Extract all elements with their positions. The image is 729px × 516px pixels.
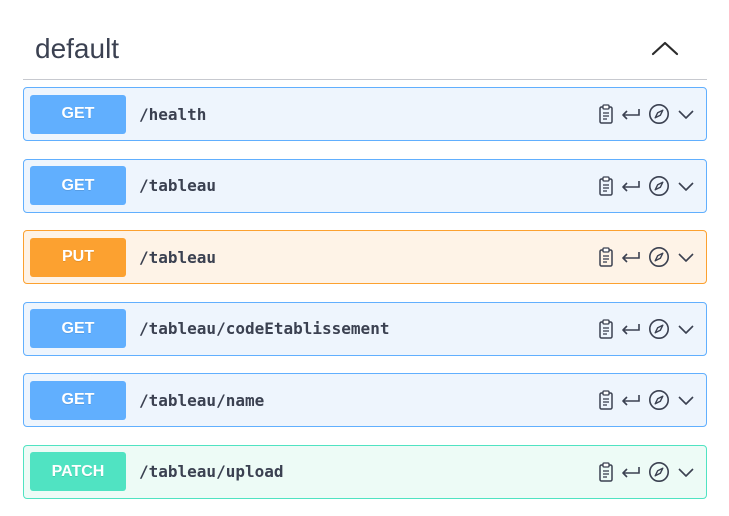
operation-path: /tableau <box>139 247 217 267</box>
method-badge: GET <box>30 94 126 134</box>
chevron-down-icon[interactable] <box>676 107 696 121</box>
clipboard-icon[interactable] <box>598 461 614 482</box>
chevron-up-icon[interactable] <box>647 30 683 66</box>
operation-get-tableau[interactable]: GET /tableau <box>23 158 707 213</box>
operation-get-tableau-name[interactable]: GET /tableau/name <box>23 373 707 427</box>
method-badge: GET <box>30 166 126 205</box>
api-section: default <box>23 20 707 80</box>
operation-path: /tableau/upload <box>139 462 284 481</box>
operation-path: /tableau/codeEtablissement <box>139 319 390 338</box>
operation-get-tableau-codeetablissement[interactable]: GET /tableau/codeEtablissement <box>23 301 707 356</box>
compass-icon[interactable] <box>648 246 670 268</box>
clipboard-icon[interactable] <box>598 390 614 410</box>
return-arrow-icon[interactable] <box>620 464 642 480</box>
clipboard-icon[interactable] <box>598 104 614 124</box>
method-badge: GET <box>30 309 126 348</box>
chevron-down-icon[interactable] <box>676 465 696 479</box>
clipboard-icon[interactable] <box>598 247 614 267</box>
section-title: default <box>35 32 120 64</box>
operations-list: GET /health GET /tableau PUT /tableau GE… <box>23 87 707 516</box>
return-arrow-icon[interactable] <box>620 392 642 408</box>
method-badge: PUT <box>30 237 126 277</box>
compass-icon[interactable] <box>648 389 670 411</box>
operation-patch-tableau-upload[interactable]: PATCH /tableau/upload <box>23 444 707 499</box>
compass-icon[interactable] <box>648 175 670 197</box>
return-arrow-icon[interactable] <box>620 106 642 122</box>
method-badge: PATCH <box>30 452 126 491</box>
compass-icon[interactable] <box>648 103 670 125</box>
return-arrow-icon[interactable] <box>620 249 642 265</box>
operation-path: /tableau <box>139 176 217 195</box>
operation-get-health[interactable]: GET /health <box>23 87 707 141</box>
chevron-down-icon[interactable] <box>676 322 696 336</box>
operation-path: /tableau/name <box>139 390 265 410</box>
clipboard-icon[interactable] <box>598 175 614 196</box>
operation-actions <box>598 318 696 340</box>
operation-path: /health <box>139 104 207 124</box>
chevron-down-icon[interactable] <box>676 250 696 264</box>
operation-actions <box>598 103 696 125</box>
compass-icon[interactable] <box>648 318 670 340</box>
method-badge: GET <box>30 380 126 420</box>
operation-actions <box>598 175 696 197</box>
return-arrow-icon[interactable] <box>620 178 642 194</box>
operation-actions <box>598 389 696 411</box>
chevron-down-icon[interactable] <box>676 393 696 407</box>
compass-icon[interactable] <box>648 461 670 483</box>
operation-actions <box>598 246 696 268</box>
operation-put-tableau[interactable]: PUT /tableau <box>23 230 707 284</box>
operation-actions <box>598 461 696 483</box>
clipboard-icon[interactable] <box>598 318 614 339</box>
section-header[interactable]: default <box>23 20 707 80</box>
return-arrow-icon[interactable] <box>620 321 642 337</box>
chevron-down-icon[interactable] <box>676 179 696 193</box>
